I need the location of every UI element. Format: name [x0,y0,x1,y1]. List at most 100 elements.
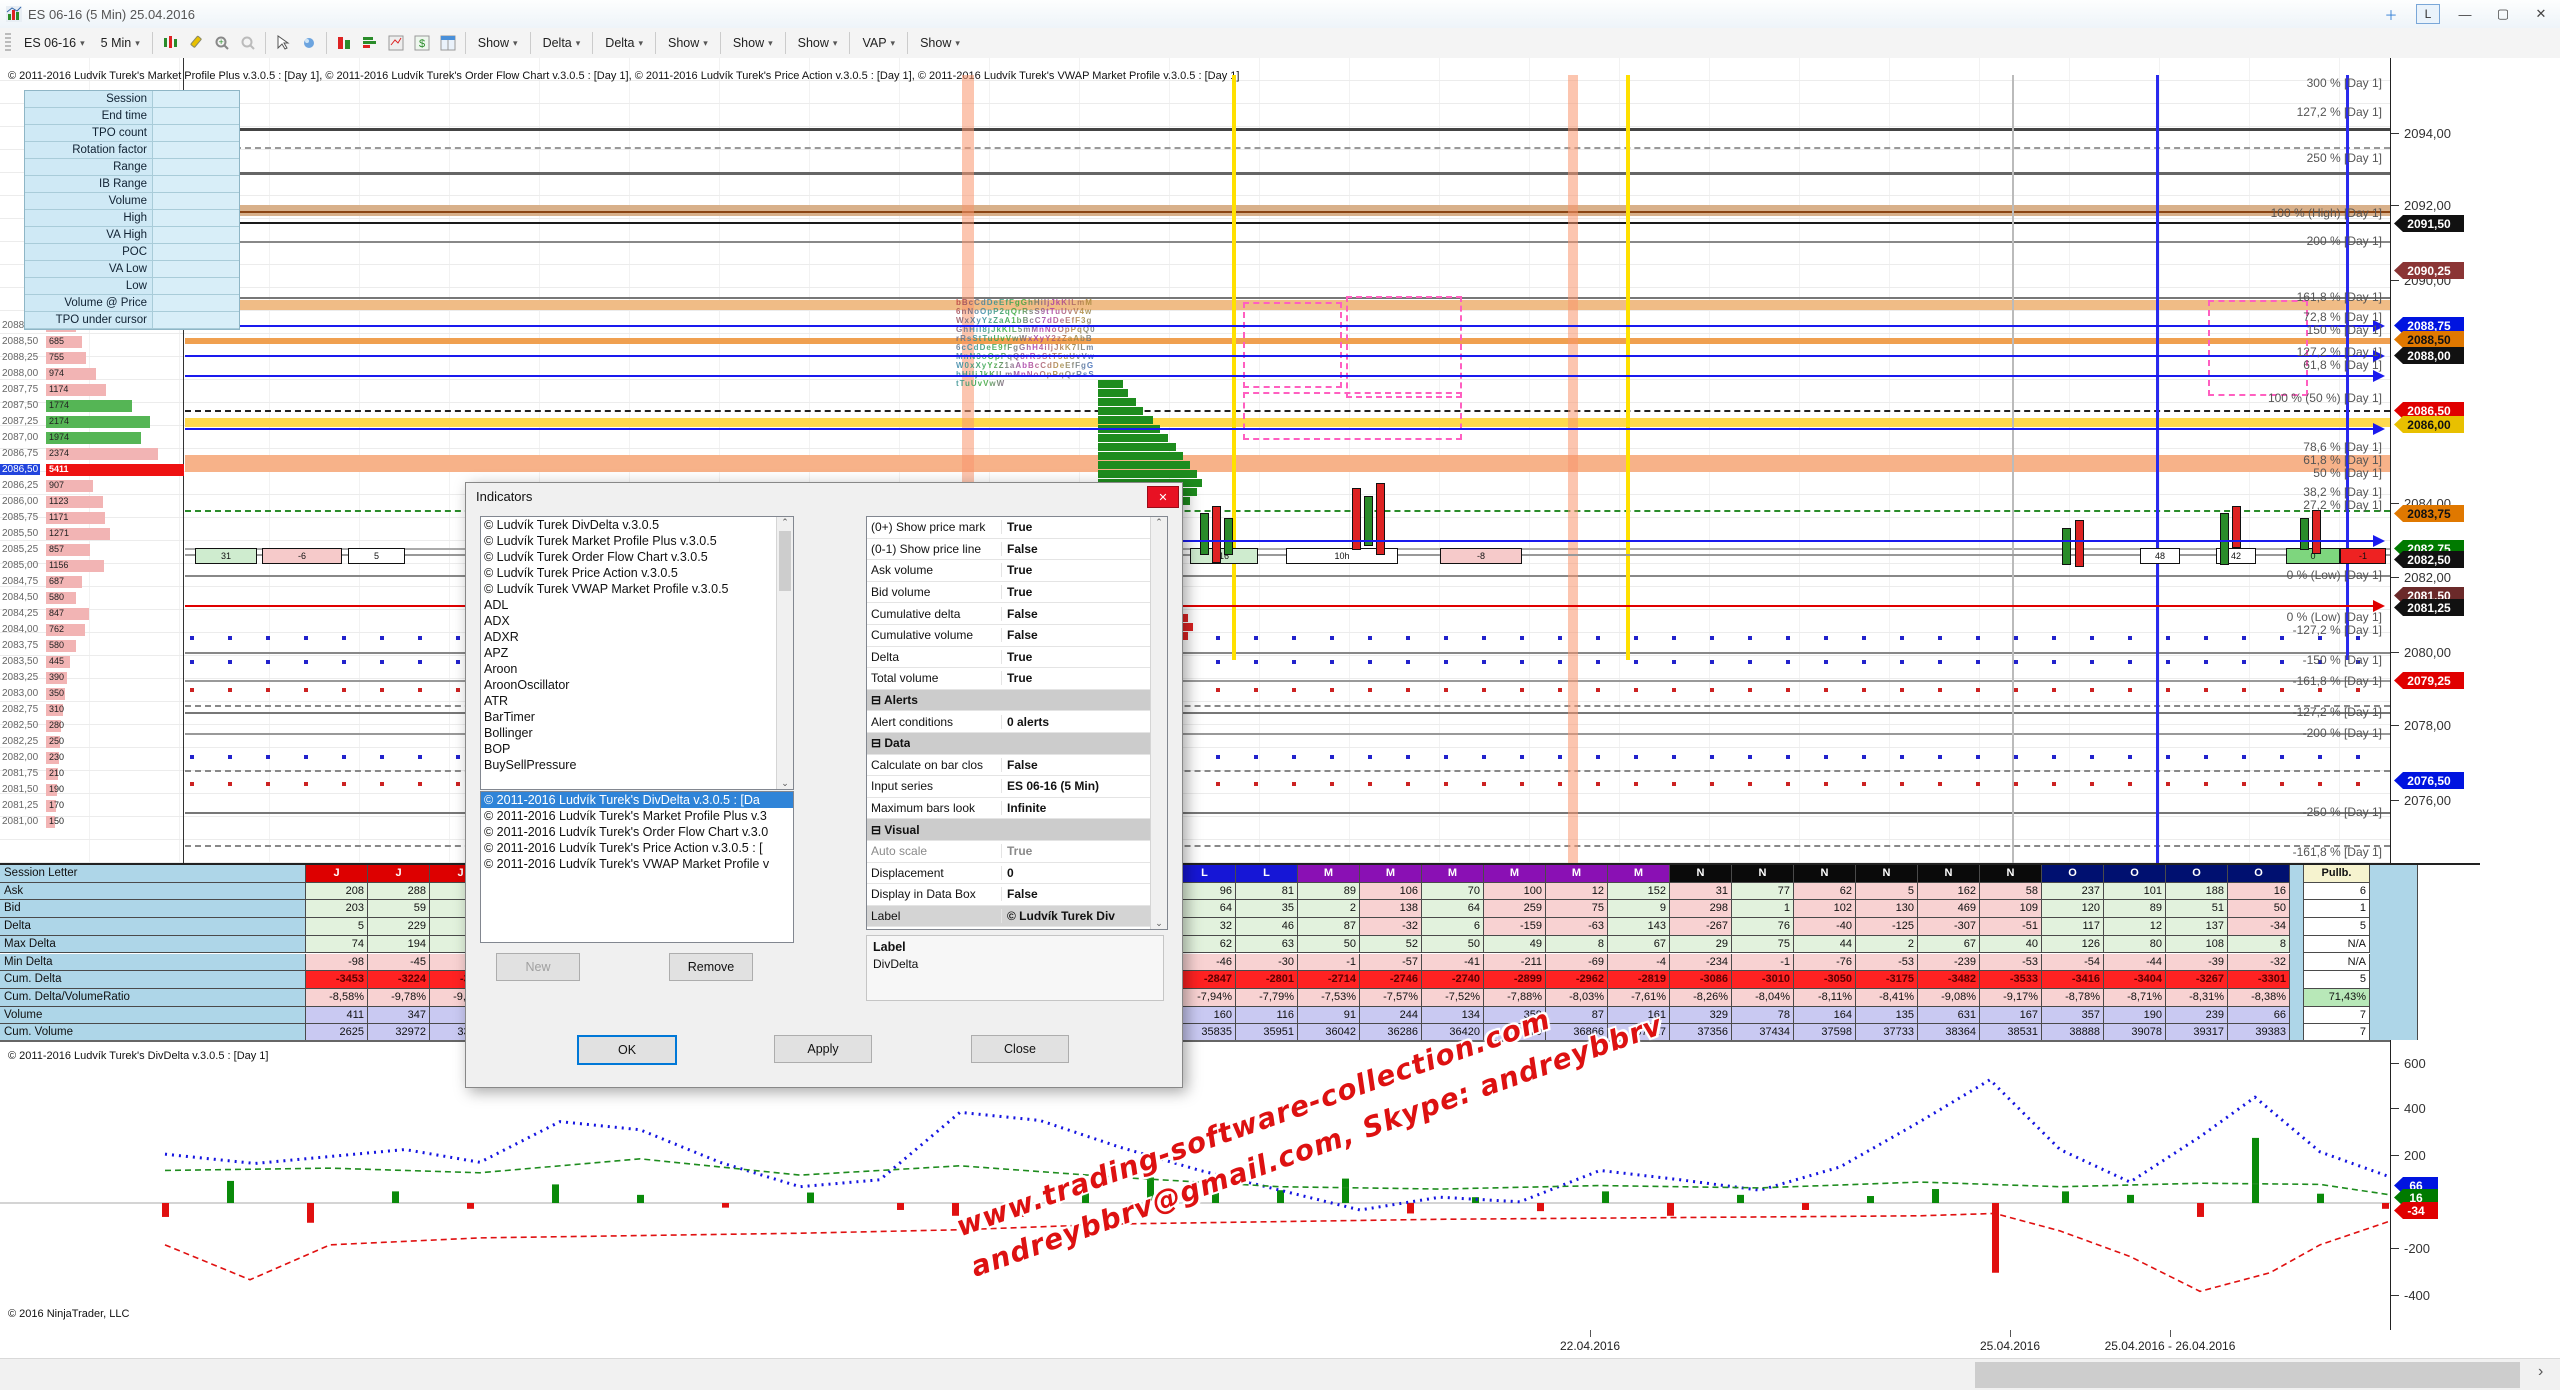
dollar-icon[interactable]: $ [411,32,433,54]
add-icon[interactable]: ＋ [2372,1,2410,28]
configured-indicators-list[interactable]: © 2011-2016 Ludvík Turek's DivDelta v.3.… [480,791,794,943]
grid-scrollbar[interactable]: ⌃ ⌄ [1150,517,1167,929]
interval-selector[interactable]: 5 Min▾ [94,33,147,53]
indicator-list-item[interactable]: © Ludvík Turek VWAP Market Profile v.3.0… [481,581,776,597]
maximize-button[interactable]: ▢ [2484,1,2522,28]
property-row[interactable]: Display in Data BoxFalse [867,884,1167,906]
toolbar-menu-show-7[interactable]: Show▾ [913,33,967,53]
indicator-properties-grid[interactable]: (0+) Show price markTrue(0-1) Show price… [866,516,1168,930]
new-button[interactable]: New [496,953,580,981]
configured-indicator-item[interactable]: © 2011-2016 Ludvík Turek's DivDelta v.3.… [481,792,793,808]
configured-indicator-item[interactable]: © 2011-2016 Ludvík Turek's VWAP Market P… [481,856,793,872]
indicator-list-item[interactable]: Aroon [481,661,776,677]
apply-button[interactable]: Apply [774,1035,872,1063]
ok-button[interactable]: OK [577,1035,677,1065]
property-row[interactable]: Auto scaleTrue [867,841,1167,863]
toolbar-menu-show-4[interactable]: Show▾ [726,33,780,53]
instrument-selector[interactable]: ES 06-16▾ [17,33,92,53]
property-section-header[interactable]: ⊟ Data [867,733,1167,755]
zoom-out-icon[interactable] [237,32,259,54]
property-row[interactable]: Bid volumeTrue [867,582,1167,604]
draw-pencil-icon[interactable] [185,32,207,54]
indicator-list-item[interactable]: © Ludvík Turek Price Action v.3.0.5 [481,565,776,581]
property-row[interactable]: (0-1) Show price lineFalse [867,539,1167,561]
zoom-in-icon[interactable]: + [211,32,233,54]
chart-style-icon[interactable] [159,32,181,54]
indicator-list-item[interactable]: BarTimer [481,709,776,725]
configured-indicator-item[interactable]: © 2011-2016 Ludvík Turek's Market Profil… [481,808,793,824]
scrollbar-thumb[interactable] [779,531,791,591]
session-letter-header: O [2166,865,2228,883]
indicator-list-item[interactable]: APZ [481,645,776,661]
property-section-header[interactable]: ⊟ Alerts [867,690,1167,712]
dialog-close-button[interactable]: ✕ [1147,486,1179,508]
remove-button[interactable]: Remove [669,953,753,981]
indicator-list-item[interactable]: ADL [481,597,776,613]
table-row-label: Session Letter [0,865,306,883]
scroll-down-icon[interactable]: ⌄ [1155,918,1163,929]
toolbar-grip[interactable] [5,33,11,53]
property-row[interactable]: Maximum bars lookInfinite [867,798,1167,820]
tooltip-row: Low [25,278,239,295]
indicator-list-item[interactable]: BOP [481,741,776,757]
scrollbar-thumb[interactable] [1975,1362,2520,1388]
property-row[interactable]: Displacement0 [867,863,1167,885]
ladder-price: 2081,50 [2,784,38,795]
property-row[interactable]: Total volumeTrue [867,668,1167,690]
property-row[interactable]: Calculate on bar closFalse [867,755,1167,777]
fib-percent-label: -127,2 % [Day 1] [2293,705,2382,719]
ladder-volume-value: 1174 [49,384,68,394]
property-row[interactable]: Panel2 [867,927,1167,930]
property-row[interactable]: (0+) Show price markTrue [867,517,1167,539]
orderflow-icon[interactable] [333,32,355,54]
scroll-down-icon[interactable]: ⌄ [781,778,789,789]
crosshair-icon[interactable] [298,32,320,54]
scroll-up-icon[interactable]: ⌃ [1155,517,1163,528]
date-axis[interactable]: 22.04.201625.04.201625.04.2016 - 26.04.2… [0,1330,2560,1358]
scroll-up-icon[interactable]: ⌃ [781,517,789,528]
indicator-list-item[interactable]: BuySellPressure [481,757,776,773]
toolbar-menu-show-0[interactable]: Show▾ [471,33,525,53]
toolbar-menu-delta-1[interactable]: Delta▾ [536,33,588,53]
indicator-list-item[interactable]: AroonOscillator [481,677,776,693]
indicator-list-item[interactable]: © Ludvík Turek Market Profile Plus v.3.0… [481,533,776,549]
axis-tick [2391,133,2399,134]
configured-indicator-item[interactable]: © 2011-2016 Ludvík Turek's Order Flow Ch… [481,824,793,840]
configured-indicator-item[interactable]: © 2011-2016 Ludvík Turek's Price Action … [481,840,793,856]
menu-label: Delta [605,36,634,50]
property-row[interactable]: DeltaTrue [867,647,1167,669]
toolbar-menu-show-3[interactable]: Show▾ [661,33,715,53]
toolbar-menu-vap-6[interactable]: VAP▾ [855,33,902,53]
property-row[interactable]: Cumulative deltaFalse [867,603,1167,625]
indicator-list-item[interactable]: Bollinger [481,725,776,741]
property-row[interactable]: Alert conditions0 alerts [867,711,1167,733]
indicator-list-item[interactable]: © Ludvík Turek Order Flow Chart v.3.0.5 [481,549,776,565]
indicator-list-item[interactable]: © Ludvík Turek DivDelta v.3.0.5 [481,517,776,533]
panel2-axis[interactable]: 600400200-200-400 6616-34 [2390,1040,2560,1330]
scroll-right-icon[interactable]: › [2538,1363,2543,1381]
table-cell: 6 [1422,918,1484,936]
data-grid-icon[interactable] [437,32,459,54]
fib-percent-label: 61,8 % [Day 1] [2303,453,2382,467]
price-ladder-row: 2081,75210 [0,766,185,782]
property-row[interactable]: Cumulative volumeFalse [867,625,1167,647]
cursor-icon[interactable] [272,32,294,54]
toolbar-menu-delta-2[interactable]: Delta▾ [598,33,650,53]
indicator-list-item[interactable]: ADX [481,613,776,629]
horizontal-scrollbar[interactable]: › [0,1358,2560,1390]
instrument-link-button[interactable]: L [2416,4,2440,24]
dialog-title-bar[interactable]: Indicators [466,483,1182,509]
property-row[interactable]: Input seriesES 06-16 (5 Min) [867,776,1167,798]
volume-profile-icon[interactable] [359,32,381,54]
property-row[interactable]: Ask volumeTrue [867,560,1167,582]
property-section-header[interactable]: ⊟ Visual [867,819,1167,841]
close-button[interactable]: ✕ [2522,1,2560,28]
toolbar-menu-show-5[interactable]: Show▾ [791,33,845,53]
minimize-button[interactable]: — [2446,1,2484,28]
close-dialog-button[interactable]: Close [971,1035,1069,1063]
property-row[interactable]: Label© Ludvík Turek Div [867,906,1167,928]
indicator-list-item[interactable]: ADXR [481,629,776,645]
indicator-list-item[interactable]: ATR [481,693,776,709]
chart-window-icon[interactable] [385,32,407,54]
available-indicators-list[interactable]: ⌃ ⌄ © Ludvík Turek DivDelta v.3.0.5© Lud… [480,516,794,790]
